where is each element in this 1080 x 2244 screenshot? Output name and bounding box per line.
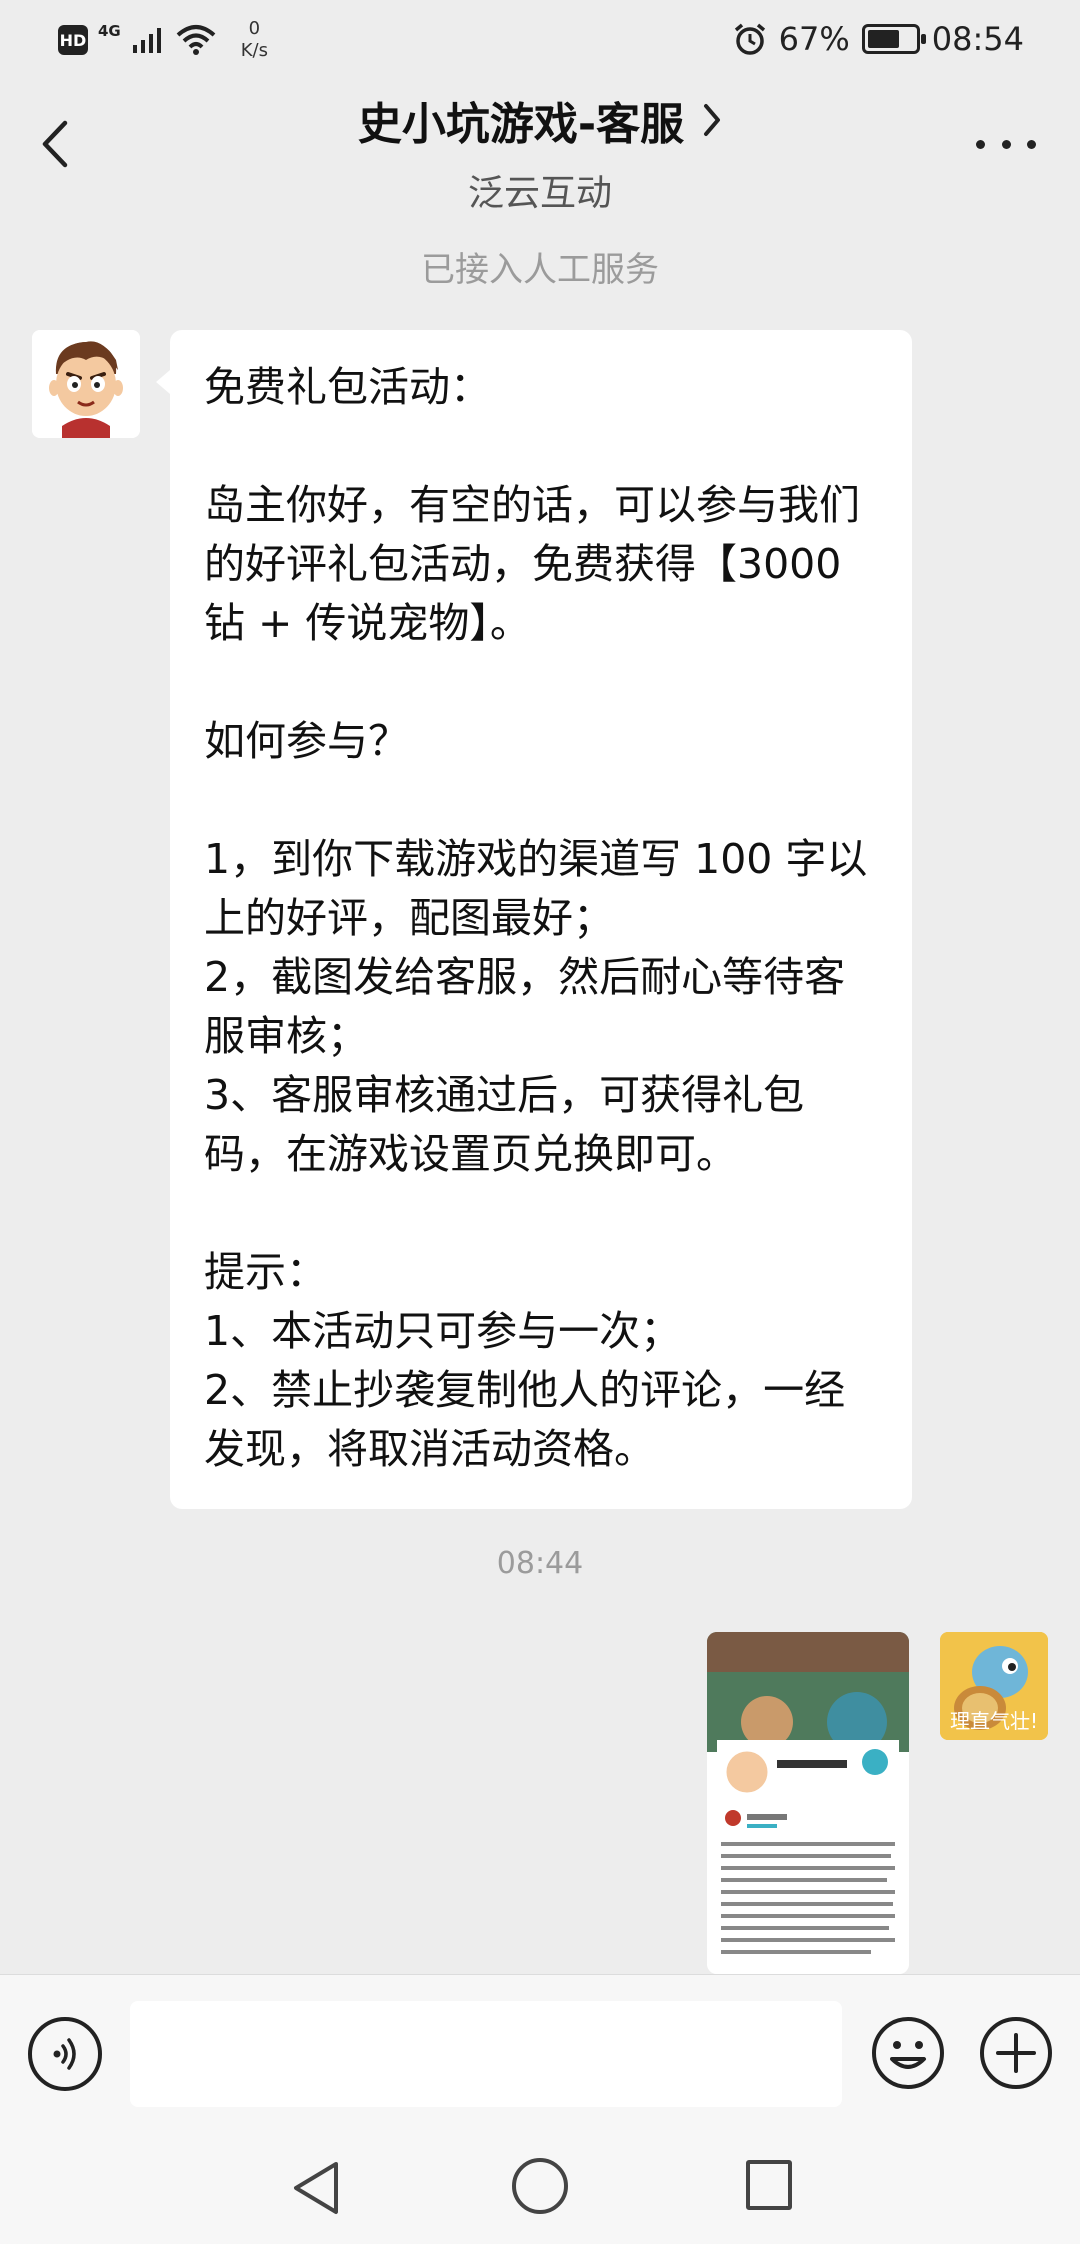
nav-recent-icon[interactable]: [746, 2160, 792, 2210]
page-subtitle: 泛云互动: [467, 173, 612, 214]
title-block[interactable]: 史小坑游戏-客服 泛云互动: [0, 88, 1080, 216]
network-type: 4G: [98, 22, 121, 40]
hd-badge: HD: [58, 25, 88, 55]
chevron-right-icon: [704, 104, 721, 136]
agent-avatar[interactable]: [32, 330, 140, 438]
alarm-icon: [734, 23, 765, 55]
page-title: 史小坑游戏-客服: [357, 99, 685, 150]
battery-percent: 67%: [778, 20, 850, 58]
review-screenshot-image: [707, 1632, 909, 1974]
chat-header: 史小坑游戏-客服 泛云互动: [0, 80, 1080, 214]
input-bar: [0, 1974, 1080, 2134]
nav-back-icon: [294, 2162, 338, 2214]
speed-unit: K/s: [240, 40, 268, 61]
system-nav-bar: [0, 2134, 1080, 2244]
status-right: 67% 08:54: [733, 20, 1024, 58]
network-speed: 0 K/s: [241, 18, 268, 62]
message-bubble[interactable]: 免费礼包活动： 岛主你好，有空的话，可以参与我们的好评礼包活动，免费获得【300…: [156, 330, 912, 1509]
status-bar: HD 4G 0 K/s 67% 08:54: [0, 0, 1080, 80]
chat-area[interactable]: 已接入人工服务 免费礼包活动： 岛主你好，有空的话，可以参与我们的好评礼包活动，…: [0, 212, 1080, 1974]
plus-icon: [980, 2017, 1052, 2089]
speed-value: 0: [248, 18, 261, 39]
user-avatar-caption: 理直气壮!: [949, 1709, 1039, 1733]
message-text: 免费礼包活动： 岛主你好，有空的话，可以参与我们的好评礼包活动，免费获得【300…: [204, 363, 868, 1473]
voice-button[interactable]: [28, 2017, 102, 2091]
user-avatar[interactable]: 理直气壮!: [940, 1632, 1048, 1740]
clock: 08:54: [931, 20, 1024, 58]
more-button[interactable]: [976, 132, 1036, 156]
message-timestamp: 08:44: [496, 1546, 584, 1581]
battery-icon: [861, 24, 926, 54]
message-input[interactable]: [130, 2001, 842, 2107]
emoji-button[interactable]: [870, 2015, 946, 2091]
status-left: HD 4G 0 K/s: [58, 18, 268, 62]
more-dot: [1027, 139, 1036, 149]
signal-icon: [132, 28, 161, 53]
battery-fill: [867, 30, 899, 48]
emoji-icon: [872, 2017, 944, 2089]
voice-icon: [53, 2038, 76, 2070]
system-note: 已接入人工服务: [421, 250, 659, 290]
cartoon-boy-avatar: [32, 330, 140, 438]
more-dot: [1001, 139, 1011, 149]
more-dot: [976, 139, 985, 149]
plus-button[interactable]: [978, 2015, 1054, 2091]
wifi-icon: [176, 25, 216, 55]
image-message[interactable]: [707, 1632, 909, 1974]
nav-back-button[interactable]: [286, 2158, 346, 2218]
nav-home-icon[interactable]: [512, 2158, 568, 2214]
